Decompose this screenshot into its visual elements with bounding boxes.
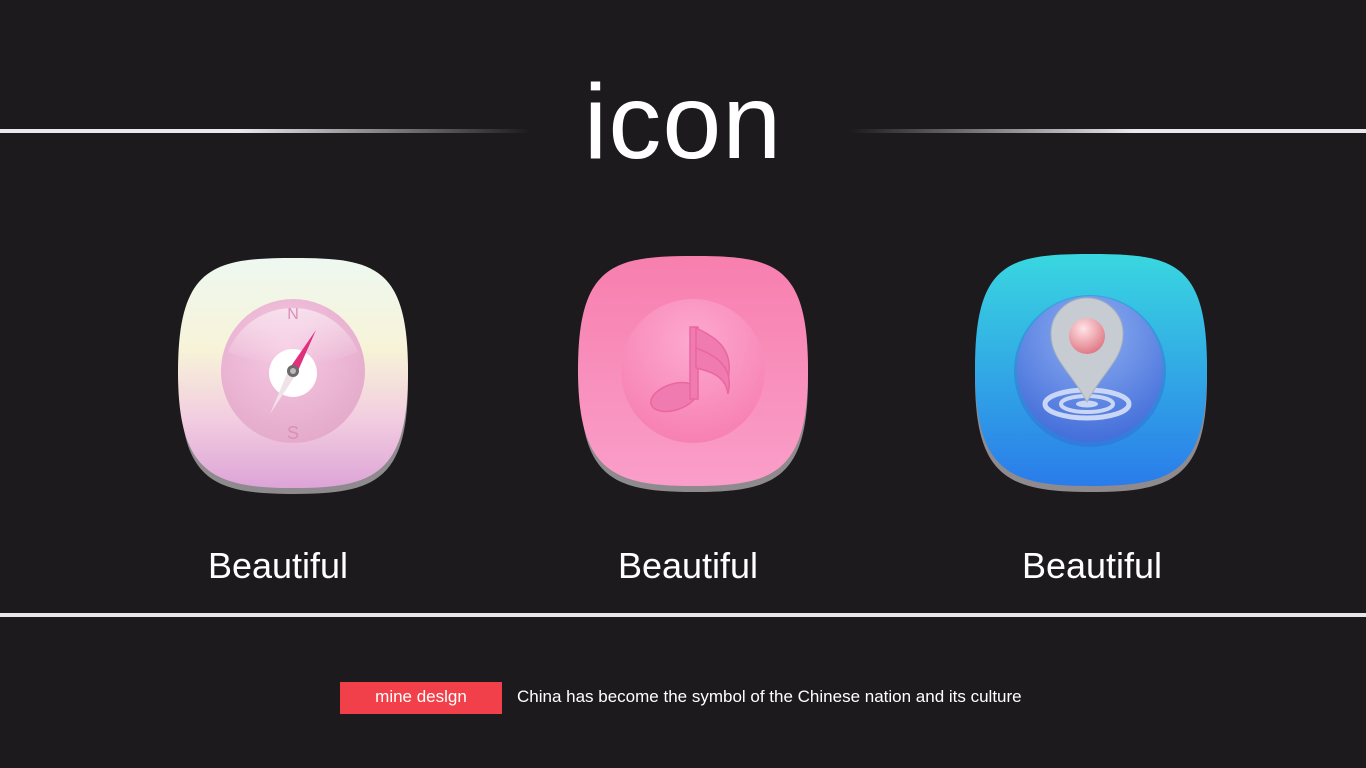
footer-tagline: China has become the symbol of the Chine… bbox=[517, 687, 1022, 706]
section-divider bbox=[0, 613, 1366, 617]
design-badge: mine deslgn bbox=[340, 682, 502, 714]
music-app-icon[interactable] bbox=[576, 252, 812, 496]
music-note-icon bbox=[578, 256, 808, 492]
compass-n-label: N bbox=[287, 306, 299, 323]
icon-label: Beautiful bbox=[207, 545, 349, 586]
compass-icon: N S bbox=[178, 258, 408, 494]
compass-s-label: S bbox=[287, 423, 299, 443]
location-pin-icon bbox=[975, 254, 1207, 492]
page-title: icon bbox=[583, 63, 783, 181]
icon-label: Beautiful bbox=[1021, 545, 1163, 586]
location-app-icon[interactable] bbox=[973, 252, 1209, 496]
icon-label: Beautiful bbox=[617, 545, 759, 586]
compass-app-icon[interactable]: N S bbox=[176, 252, 412, 496]
